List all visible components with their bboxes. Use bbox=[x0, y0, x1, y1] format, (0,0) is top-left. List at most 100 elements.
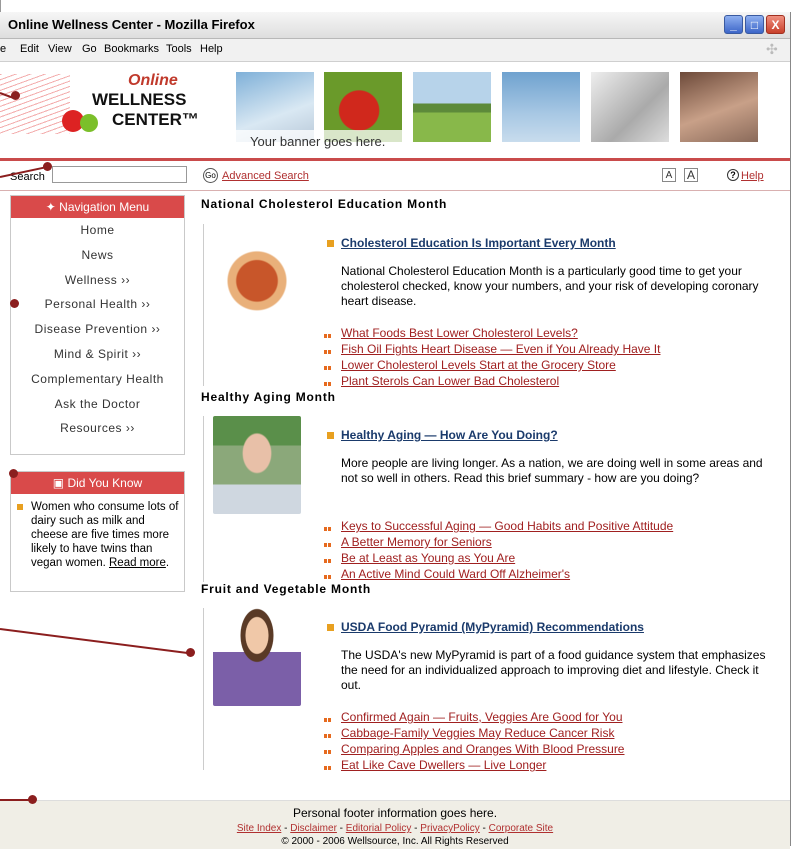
article-link[interactable]: What Foods Best Lower Cholesterol Levels… bbox=[341, 326, 578, 340]
logo-center[interactable]: CENTER™ bbox=[112, 110, 199, 130]
section-title: Fruit and Vegetable Month bbox=[201, 582, 372, 596]
bullet-icon bbox=[324, 527, 331, 531]
did-you-know-box: ▣ Did You Know Women who consume lots of… bbox=[10, 471, 185, 592]
nav-item-wellness[interactable]: Wellness ›› bbox=[11, 268, 184, 293]
article-link[interactable]: Eat Like Cave Dwellers — Live Longer bbox=[341, 758, 546, 772]
close-button[interactable]: X bbox=[766, 15, 785, 34]
article-link[interactable]: Fish Oil Fights Heart Disease — Even if … bbox=[341, 342, 660, 356]
bullet-icon bbox=[324, 750, 331, 754]
article-headline[interactable]: Cholesterol Education Is Important Every… bbox=[341, 236, 616, 250]
menu-view[interactable]: View bbox=[48, 43, 72, 55]
logo-wellness[interactable]: WELLNESS bbox=[92, 90, 186, 110]
nav-item-home[interactable]: Home bbox=[11, 218, 184, 243]
advanced-search-link[interactable]: Advanced Search bbox=[222, 170, 309, 182]
navigation-menu-title: Navigation Menu bbox=[59, 200, 150, 214]
cereal-bowl-image[interactable] bbox=[213, 224, 301, 322]
title-bar: Online Wellness Center - Mozilla Firefox… bbox=[0, 12, 790, 39]
bullet-icon bbox=[327, 624, 334, 631]
bullet-icon bbox=[324, 350, 331, 354]
info-icon: ▣ bbox=[52, 476, 68, 490]
nav-item-news[interactable]: News bbox=[11, 243, 184, 268]
section-divider bbox=[203, 416, 204, 582]
read-more-link[interactable]: Read more bbox=[109, 557, 166, 569]
article-link[interactable]: A Better Memory for Seniors bbox=[341, 535, 492, 549]
callout-dot bbox=[10, 299, 19, 308]
article-blurb: National Cholesterol Education Month is … bbox=[341, 264, 759, 308]
footer-link-disclaimer[interactable]: Disclaimer bbox=[290, 823, 337, 834]
help-link[interactable]: Help bbox=[741, 170, 764, 182]
menu-bookmarks[interactable]: Bookmarks bbox=[104, 43, 159, 55]
site-footer: Personal footer information goes here. S… bbox=[0, 800, 790, 849]
footer-link-site-index[interactable]: Site Index bbox=[237, 823, 281, 834]
did-you-know-heading: ▣ Did You Know bbox=[11, 472, 184, 494]
nav-item-ask-the-doctor[interactable]: Ask the Doctor bbox=[11, 392, 184, 417]
footer-separator: - bbox=[281, 823, 291, 834]
banner-text: Your banner goes here. bbox=[236, 130, 406, 152]
article-headline[interactable]: USDA Food Pyramid (MyPyramid) Recommenda… bbox=[341, 620, 644, 634]
nav-item-mind-spirit[interactable]: Mind & Spirit ›› bbox=[11, 342, 184, 367]
banner-image-tree bbox=[413, 72, 491, 142]
girl-with-apple-image[interactable] bbox=[213, 608, 301, 706]
window-title: Online Wellness Center - Mozilla Firefox bbox=[8, 17, 255, 32]
footer-links: Site Index - Disclaimer - Editorial Poli… bbox=[0, 823, 790, 834]
footer-separator: - bbox=[479, 823, 489, 834]
footer-copyright: © 2000 - 2006 Wellsource, Inc. All Right… bbox=[281, 836, 509, 847]
callout-dot bbox=[186, 648, 195, 657]
header-divider bbox=[0, 158, 790, 161]
lime-icon bbox=[80, 114, 98, 132]
article-link[interactable]: Plant Sterols Can Lower Bad Cholesterol bbox=[341, 374, 559, 388]
footer-link-privacy-policy[interactable]: PrivacyPolicy bbox=[420, 823, 479, 834]
nav-item-disease-prevention[interactable]: Disease Prevention ›› bbox=[11, 317, 184, 342]
menu-go[interactable]: Go bbox=[82, 43, 97, 55]
go-button[interactable]: Go bbox=[203, 168, 218, 183]
section-title: Healthy Aging Month bbox=[201, 390, 336, 404]
browser-window: Online Wellness Center - Mozilla Firefox… bbox=[0, 12, 791, 849]
bullet-icon bbox=[324, 734, 331, 738]
footer-separator: - bbox=[411, 823, 421, 834]
logo-online[interactable]: Online bbox=[128, 72, 178, 90]
footer-separator: - bbox=[336, 823, 346, 834]
footer-link-corporate-site[interactable]: Corporate Site bbox=[489, 823, 553, 834]
article-link[interactable]: An Active Mind Could Ward Off Alzheimer'… bbox=[341, 567, 570, 581]
search-bar: Search Go Advanced Search A A ? Help bbox=[0, 162, 790, 191]
nav-item-resources[interactable]: Resources ›› bbox=[11, 416, 184, 441]
footer-link-editorial-policy[interactable]: Editorial Policy bbox=[346, 823, 412, 834]
article-link[interactable]: Comparing Apples and Oranges With Blood … bbox=[341, 742, 624, 756]
article-link[interactable]: Confirmed Again — Fruits, Veggies Are Go… bbox=[341, 710, 623, 724]
bullet-icon bbox=[324, 366, 331, 370]
bullet-icon bbox=[327, 240, 334, 247]
nav-item-personal-health[interactable]: Personal Health ›› bbox=[11, 292, 184, 317]
menu-file[interactable]: e bbox=[0, 43, 6, 55]
bullet-icon bbox=[324, 334, 331, 338]
site-header: Online WELLNESS CENTER™ Your banner goes… bbox=[0, 62, 790, 162]
senior-man-image[interactable] bbox=[213, 416, 301, 514]
section-title: National Cholesterol Education Month bbox=[201, 197, 448, 211]
minimize-button[interactable]: _ bbox=[724, 15, 743, 34]
callout-dot bbox=[28, 795, 37, 804]
article-link[interactable]: Lower Cholesterol Levels Start at the Gr… bbox=[341, 358, 616, 372]
article-link[interactable]: Keys to Successful Aging — Good Habits a… bbox=[341, 519, 673, 533]
did-you-know-text: Women who consume lots of dairy such as … bbox=[31, 501, 179, 569]
throbber-icon: ✣ bbox=[766, 41, 778, 57]
bullet-icon bbox=[324, 575, 331, 579]
globe-icon: ✦ bbox=[45, 200, 60, 214]
maximize-button[interactable]: □ bbox=[745, 15, 764, 34]
article-link[interactable]: Cabbage-Family Veggies May Reduce Cancer… bbox=[341, 726, 614, 740]
menu-help[interactable]: Help bbox=[200, 43, 223, 55]
banner-image-weights bbox=[591, 72, 669, 142]
bullet-icon bbox=[324, 766, 331, 770]
article-link[interactable]: Be at Least as Young as You Are bbox=[341, 551, 515, 565]
menu-edit[interactable]: Edit bbox=[20, 43, 39, 55]
font-decrease-icon[interactable]: A bbox=[662, 168, 676, 182]
banner-image-stretch bbox=[502, 72, 580, 142]
navigation-menu: ✦ Navigation Menu Home News Wellness ›› … bbox=[10, 195, 185, 455]
callout-dot bbox=[43, 162, 52, 171]
menu-tools[interactable]: Tools bbox=[166, 43, 192, 55]
font-increase-icon[interactable]: A bbox=[684, 168, 698, 182]
nav-item-complementary-health[interactable]: Complementary Health bbox=[11, 367, 184, 392]
help-icon[interactable]: ? bbox=[727, 169, 739, 181]
article-headline[interactable]: Healthy Aging — How Are You Doing? bbox=[341, 428, 558, 442]
article-blurb: More people are living longer. As a nati… bbox=[341, 456, 763, 485]
search-input[interactable] bbox=[52, 166, 187, 183]
bullet-icon bbox=[327, 432, 334, 439]
